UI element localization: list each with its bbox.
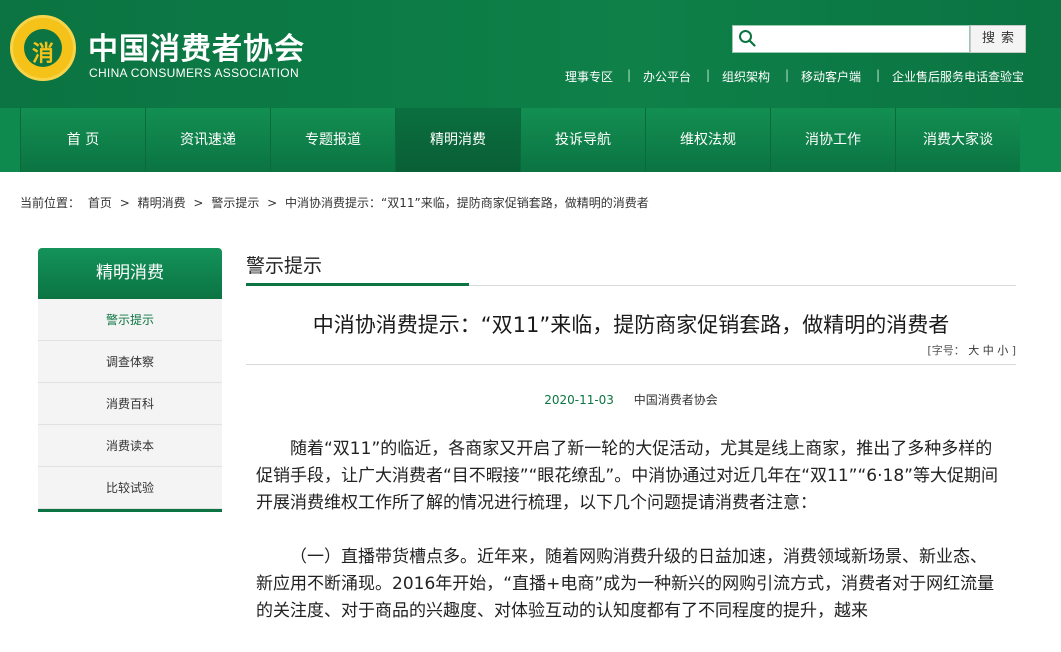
article-divider [246,364,1016,365]
sidebar-item-investigation[interactable]: 调查体察 [38,341,222,383]
nav-special[interactable]: 专题报道 [270,108,395,172]
site-title[interactable]: 中国消费者协会 [88,24,305,68]
top-link-mobile[interactable]: 移动客户端 [801,68,861,85]
nav-home[interactable]: 首 页 [20,108,145,172]
article-date: 2020-11-03 [544,393,614,407]
font-size-control: [字号： 大 中 小 ] [900,342,1016,358]
article-title: 中消协消费提示：“双11”来临，提防商家促销套路，做精明的消费者 [312,313,950,337]
top-link-aftersales[interactable]: 企业售后服务电话查验宝 [892,68,1024,85]
nav-complaint-guide[interactable]: 投诉导航 [520,108,645,172]
section-title: 警示提示 [246,255,323,277]
breadcrumb-item-current: 中消协消费提示：“双11”来临，提防商家促销套路，做精明的消费者 [285,196,649,210]
breadcrumb-arrow: > [267,196,278,210]
search-button[interactable]: 搜索 [970,25,1026,53]
article-paragraph: 随着“双11”的临近，各商家又开启了新一轮的大促活动，尤其是线上商家，推出了多种… [256,439,998,513]
section-divider [469,285,1016,286]
font-size-small[interactable]: 小 [997,344,1008,357]
font-size-large[interactable]: 大 [968,344,979,357]
top-link-separator: | [785,68,790,82]
breadcrumb-arrow: > [193,196,204,210]
breadcrumb-item-smart-consumption[interactable]: 精明消费 [138,196,186,210]
nav-smart-consumption[interactable]: 精明消费 [395,108,520,172]
font-size-medium[interactable]: 中 [983,344,994,357]
emblem-glyph: 消 [31,41,54,67]
breadcrumb-arrow: > [119,196,130,210]
breadcrumb-prefix: 当前位置： [20,196,81,210]
article-meta: 2020-11-03 中国消费者协会 [246,391,1016,408]
top-link-office[interactable]: 办公平台 [643,68,691,85]
nav-association-work[interactable]: 消协工作 [770,108,895,172]
font-size-label: [字号： [927,344,965,357]
nav-forum[interactable]: 消费大家谈 [895,108,1020,172]
sidebar-item-comparison-tests[interactable]: 比较试验 [38,467,222,509]
top-link-separator: | [627,68,632,82]
nav-news[interactable]: 资讯速递 [145,108,270,172]
site-header: 消 中国消费者协会 CHINA CONSUMERS ASSOCIATION 搜索… [0,0,1061,108]
article-source: 中国消费者协会 [633,393,718,407]
font-size-close: ] [1011,344,1016,357]
top-link-structure[interactable]: 组织架构 [722,68,770,85]
article-paragraph: （一）直播带货槽点多。近年来，随着网购消费升级的日益加速，消费领域新场景、新业态… [256,547,995,621]
sidebar-heading: 精明消费 [38,248,222,299]
top-link-council[interactable]: 理事专区 [565,68,613,85]
section-underline [246,283,469,286]
sidebar-item-reader[interactable]: 消费读本 [38,425,222,467]
main-nav: 首 页 资讯速递 专题报道 精明消费 投诉导航 维权法规 消协工作 消费大家谈 [0,108,1061,172]
breadcrumb: 当前位置： 首页 > 精明消费 > 警示提示 > 中消协消费提示：“双11”来临… [20,194,653,211]
nav-laws[interactable]: 维权法规 [645,108,770,172]
breadcrumb-item-warnings[interactable]: 警示提示 [211,196,259,210]
sidebar-item-warnings[interactable]: 警示提示 [38,299,222,341]
sidebar-item-encyclopedia[interactable]: 消费百科 [38,383,222,425]
search-box [732,25,970,53]
top-links: 理事专区 | 办公平台 | 组织架构 | 移动客户端 | 企业售后服务电话查验宝 [0,68,1061,84]
top-link-separator: | [706,68,711,82]
search-input[interactable] [761,29,961,49]
breadcrumb-item-home[interactable]: 首页 [88,196,112,210]
top-link-separator: | [876,68,881,82]
search-icon [739,30,756,47]
sidebar: 精明消费 警示提示 调查体察 消费百科 消费读本 比较试验 [38,248,222,512]
article-body: 随着“双11”的临近，各商家又开启了新一轮的大促活动，尤其是线上商家，推出了多种… [256,436,1000,652]
sidebar-bottom-border [38,509,222,512]
